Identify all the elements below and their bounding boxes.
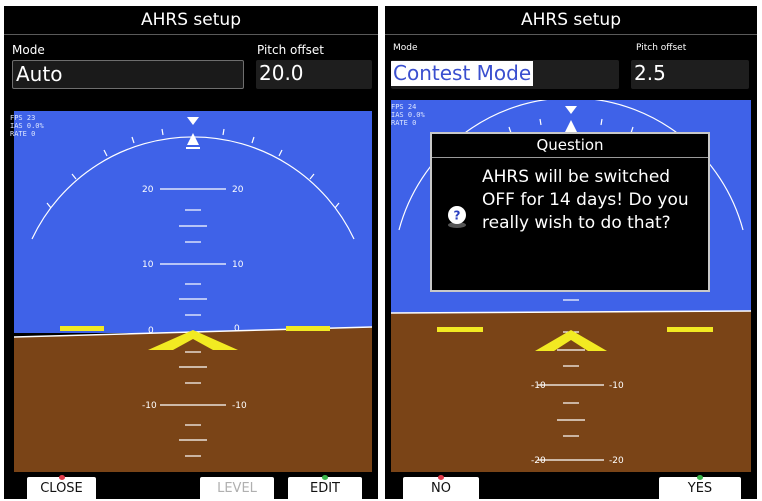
pitch-label-m20-right: -20 [609, 456, 624, 466]
dialog-message: AHRS will be switched OFF for 14 days! D… [482, 167, 689, 233]
mode-field[interactable]: Auto [12, 60, 244, 89]
page-title: AHRS setup [4, 6, 378, 35]
pitch-label-10-left: 10 [142, 260, 154, 270]
green-indicator-icon [697, 475, 703, 480]
pitch-label-m10-right: -10 [232, 401, 247, 411]
attitude-indicator: 20 20 10 10 0 0 -10 -10 [14, 111, 372, 472]
pitch-label-m10-right: -10 [609, 381, 624, 391]
no-button-label: NO [431, 481, 451, 496]
pitch-offset-field[interactable]: 20.0 [256, 60, 372, 89]
ground-area [14, 327, 372, 472]
mode-field[interactable]: Contest Mode [391, 60, 619, 89]
svg-text:?: ? [454, 209, 461, 223]
pitch-label-10-right: 10 [232, 260, 244, 270]
level-button[interactable]: LEVEL [200, 477, 274, 499]
close-button-label: CLOSE [40, 481, 83, 496]
edit-button-label: EDIT [310, 481, 340, 496]
yes-button[interactable]: YES [659, 475, 741, 499]
ias-readout: IAS 0.0% [10, 122, 44, 130]
pitch-offset-label: Pitch offset [257, 43, 324, 57]
ahrs-setup-screen-right: AHRS setup Mode Contest Mode Pitch offse… [385, 6, 757, 499]
sensor-info: FPS 23 IAS 0.0% RATE 0 [10, 114, 44, 138]
rate-readout: RATE 0 [391, 119, 417, 127]
no-button[interactable]: NO [403, 475, 479, 499]
yes-button-label: YES [687, 481, 713, 496]
fps-readout: FPS 24 [391, 103, 417, 111]
mode-label: Mode [12, 43, 45, 57]
pitch-offset-label: Pitch offset [636, 43, 687, 53]
sensor-info: FPS 24 IAS 0.0% RATE 0 [391, 103, 425, 127]
ias-readout: IAS 0.0% [391, 111, 425, 119]
question-dialog: Question ? AHRS will be switched OFF for… [430, 132, 710, 292]
edit-button[interactable]: EDIT [288, 475, 362, 499]
red-indicator-icon [58, 475, 65, 480]
green-indicator-icon [322, 475, 328, 480]
rate-readout: RATE 0 [10, 130, 36, 138]
pitch-label-m20-left: -20 [531, 456, 546, 466]
pitch-label-m10-left: -10 [142, 401, 157, 411]
page-title: AHRS setup [385, 6, 757, 35]
pitch-label-20-right: 20 [232, 185, 244, 195]
mode-value-selected: Contest Mode [391, 61, 534, 86]
close-button[interactable]: CLOSE [27, 475, 96, 499]
red-indicator-icon [438, 475, 444, 480]
fps-readout: FPS 23 [10, 114, 36, 122]
dialog-title: Question [432, 134, 708, 158]
pitch-label-20-left: 20 [142, 185, 154, 195]
pitch-label-m10-left: -10 [531, 381, 546, 391]
pitch-label-0-left: 0 [148, 326, 154, 336]
mode-label: Mode [393, 43, 418, 53]
pitch-label-0-right: 0 [234, 324, 240, 334]
ahrs-setup-screen-left: AHRS setup Mode Auto Pitch offset 20.0 2… [4, 6, 378, 499]
level-button-label: LEVEL [217, 481, 257, 496]
pitch-offset-field[interactable]: 2.5 [631, 60, 749, 89]
question-icon: ? [448, 206, 466, 228]
